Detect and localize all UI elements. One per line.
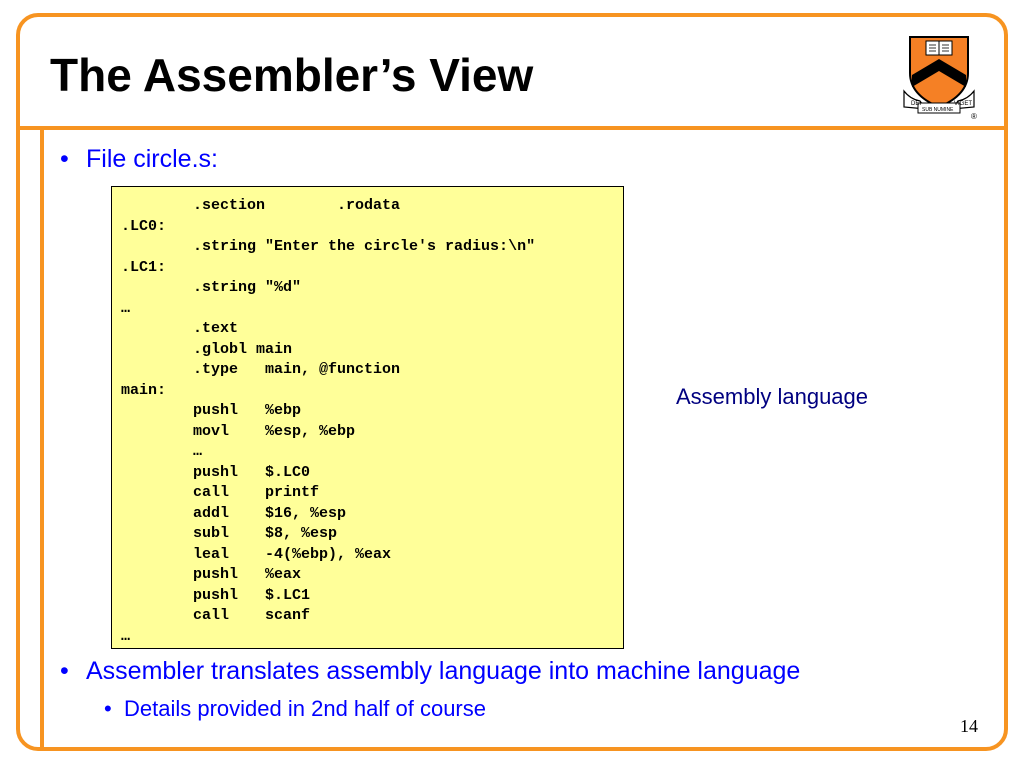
bullet-file-text: File circle.s:: [86, 145, 218, 173]
slide-title: The Assembler’s View: [50, 49, 534, 101]
code-line: .text: [121, 320, 239, 337]
logo-motto-left: DEI: [911, 101, 921, 107]
code-line: .string "Enter the circle's radius:\n": [121, 238, 536, 255]
code-line: .string "%d": [121, 279, 302, 296]
code-line: pushl $.LC0: [121, 463, 311, 481]
code-line: call printf: [121, 484, 320, 501]
code-line: call scanf: [121, 607, 311, 624]
code-line: .LC1:: [121, 258, 167, 276]
code-line: .LC0:: [121, 217, 167, 235]
title-divider: [16, 126, 1008, 130]
code-line: .section .rodata: [121, 197, 401, 214]
princeton-shield-icon: DEI SUB NUMINE VIGET ®: [903, 36, 977, 121]
code-listing: .section .rodata .LC0: .string "Enter th…: [111, 186, 624, 649]
code-line: …: [121, 299, 131, 317]
assembly-language-caption: Assembly language: [676, 384, 869, 409]
slide: The Assembler’s View DEI SUB NUMINE VIGE…: [0, 0, 1024, 768]
code-line: subl $8, %esp: [121, 525, 338, 542]
code-line: .type main, @function: [121, 361, 401, 378]
sub-bullet-details-text: Details provided in 2nd half of course: [124, 696, 486, 721]
logo-motto-right: VIGET: [954, 101, 972, 107]
left-accent-bar: [40, 126, 44, 751]
code-line: pushl %eax: [121, 566, 302, 583]
sub-bullet-details: • Details provided in 2nd half of course: [104, 696, 486, 722]
bullet-marker: •: [60, 145, 69, 173]
code-line: addl $16, %esp: [121, 504, 347, 522]
bullet-assembler-text: Assembler translates assembly language i…: [86, 657, 801, 685]
logo-motto-mid: SUB NUMINE: [922, 107, 954, 113]
code-line: …: [121, 443, 203, 460]
bullet-assembler: • Assembler translates assembly language …: [60, 657, 800, 686]
code-line: movl %esp, %ebp: [121, 422, 356, 440]
code-line: …: [121, 627, 131, 645]
logo-registered-mark: ®: [971, 112, 977, 121]
code-line: .globl main: [121, 340, 293, 358]
bullet-file: • File circle.s:: [60, 145, 218, 174]
code-line: pushl $.LC1: [121, 586, 311, 604]
code-line: main:: [121, 381, 167, 399]
code-line: leal -4(%ebp), %eax: [121, 545, 392, 563]
code-line: pushl %ebp: [121, 402, 302, 419]
bullet-marker: •: [60, 657, 69, 685]
bullet-marker: •: [104, 696, 112, 721]
slide-number: 14: [960, 716, 978, 736]
